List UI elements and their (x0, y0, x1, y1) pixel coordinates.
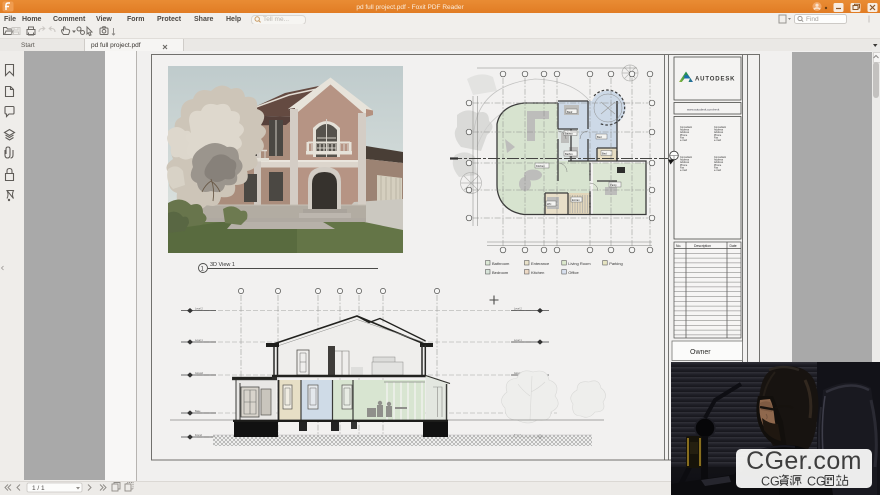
svg-text:Base: Base (195, 410, 201, 413)
svg-text:No.: No. (676, 244, 681, 248)
svg-text:Office: Office (568, 270, 579, 275)
svg-text:Entran: Entran (572, 198, 580, 202)
svg-text:Level 1: Level 1 (514, 339, 522, 342)
svg-text:Parking: Parking (609, 261, 623, 266)
svg-text:AUTODESK: AUTODESK (695, 77, 735, 83)
svg-text:Living Room: Living Room (568, 261, 591, 266)
svg-text:Kitchen: Kitchen (531, 270, 544, 275)
svg-text:Bed: Bed (597, 135, 602, 139)
svg-text:e-mail: e-mail (714, 169, 721, 172)
svg-text:Bed: Bed (602, 152, 607, 156)
svg-text:CG: CG (761, 475, 780, 488)
svg-text:Enterance: Enterance (531, 261, 550, 266)
svg-text:WC: WC (547, 202, 551, 206)
svg-text:CG: CG (807, 475, 826, 488)
svg-text:Found: Found (195, 434, 202, 437)
svg-text:Bathro: Bathro (565, 152, 573, 156)
svg-text:Owner: Owner (690, 349, 711, 356)
svg-text:Bathroom: Bathroom (492, 261, 510, 266)
svg-text:Level 2: Level 2 (195, 308, 203, 311)
svg-text:Bedr: Bedr (567, 110, 573, 114)
svg-text:e-mail: e-mail (714, 139, 721, 142)
svg-text:e-mail: e-mail (680, 139, 687, 142)
svg-text:Level 1: Level 1 (195, 339, 203, 342)
svg-text:Description: Description (694, 244, 711, 248)
svg-text:1 / 1: 1 / 1 (32, 485, 45, 492)
svg-text:www.autodesk.com/revit: www.autodesk.com/revit (687, 108, 720, 112)
svg-text:Find: Find (806, 16, 819, 23)
svg-text:Ground: Ground (195, 372, 204, 375)
svg-text:Date: Date (730, 244, 737, 248)
svg-text:Bedroom: Bedroom (492, 270, 509, 275)
svg-text:Level 2: Level 2 (514, 308, 522, 311)
svg-text:3D View 1: 3D View 1 (210, 262, 235, 268)
svg-text:e-mail: e-mail (680, 169, 687, 172)
